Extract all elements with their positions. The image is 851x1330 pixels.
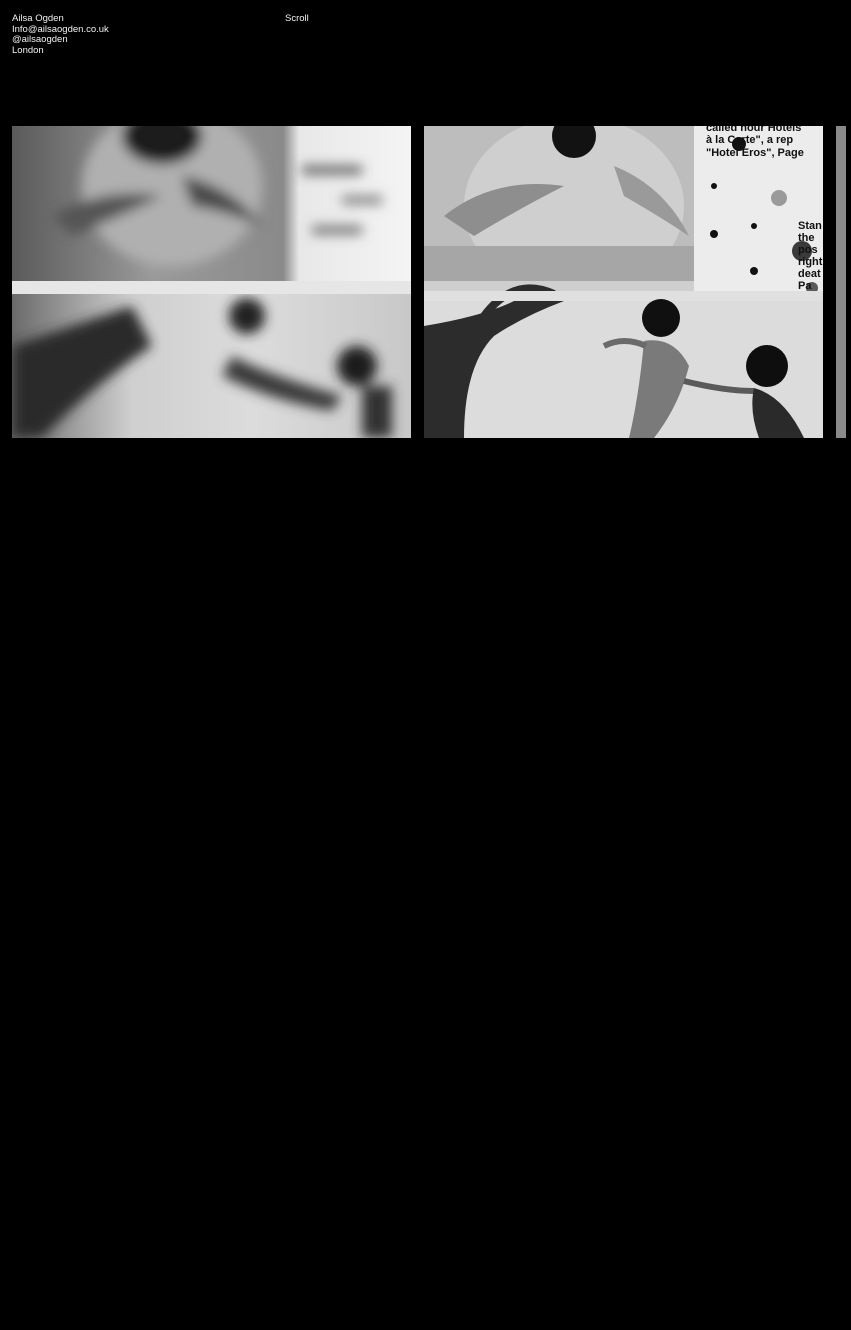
artist-name[interactable]: Ailsa Ogden [12, 13, 109, 25]
contact-info: Ailsa Ogden Info@ailsaogden.co.uk @ailsa… [12, 13, 109, 56]
scroll-label[interactable]: Scroll [285, 13, 309, 25]
collage-text-2: à la Carte", a rep [706, 134, 793, 146]
collage-text-6: pos [798, 244, 818, 256]
image-gallery[interactable]: called hour Hotels à la Carte", a rep "H… [12, 126, 851, 438]
location-text: London [12, 44, 44, 56]
gallery-image-partial[interactable] [836, 126, 846, 438]
gallery-image-collage[interactable]: called hour Hotels à la Carte", a rep "H… [424, 126, 823, 438]
collage-text-3: "Hotel Eros", Page [706, 147, 804, 159]
collage-text-7: right [798, 256, 823, 268]
collage-text-5: the [798, 232, 815, 244]
collage-text-1: called hour Hotels [706, 126, 801, 134]
collage-text-9: Pa [798, 280, 812, 292]
collage-text-4: Stan [798, 220, 822, 232]
collage-text-8: deat [798, 268, 821, 280]
gallery-image-blurred[interactable] [12, 126, 411, 438]
